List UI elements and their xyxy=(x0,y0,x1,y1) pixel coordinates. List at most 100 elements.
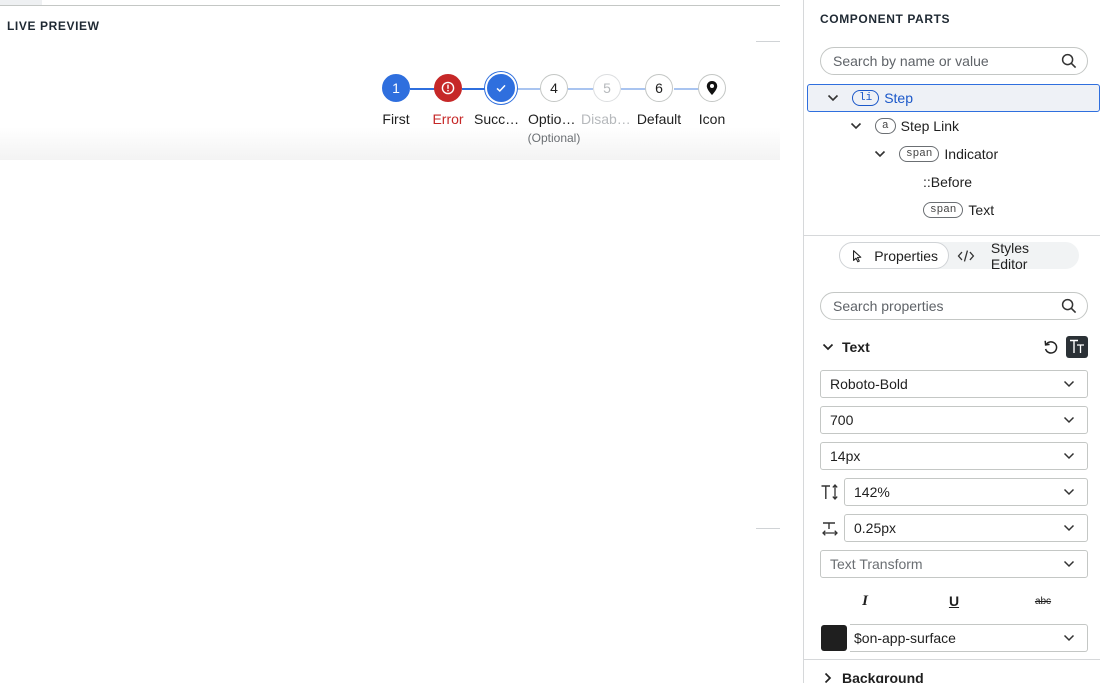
code-icon xyxy=(957,249,975,262)
preview-top-divider xyxy=(0,5,780,6)
tree-item-label: Indicator xyxy=(944,146,999,162)
step-indicator: 5 xyxy=(593,74,621,102)
chevron-down-icon[interactable] xyxy=(825,90,841,106)
tab-styles-editor-label: Styles Editor xyxy=(990,239,1030,272)
panel-title: COMPONENT PARTS xyxy=(820,12,951,26)
font-family-value: Roboto-Bold xyxy=(830,376,908,392)
text-color-value: $on-app-surface xyxy=(854,630,956,646)
tree-item-text[interactable]: span Text xyxy=(807,196,1100,224)
text-transform-placeholder: Text Transform xyxy=(830,556,923,572)
tree-item-before[interactable]: ::Before xyxy=(807,168,1100,196)
parts-search-input[interactable] xyxy=(833,53,1061,69)
step-label: Optional xyxy=(528,111,580,127)
line-height-value: 142% xyxy=(854,484,890,500)
line-height-icon xyxy=(821,484,838,500)
tab-properties[interactable]: Properties xyxy=(839,242,949,269)
chevron-down-icon xyxy=(1063,560,1075,568)
search-icon[interactable] xyxy=(1061,53,1077,69)
tree-item-label: Text xyxy=(968,202,995,218)
chevron-down-icon[interactable] xyxy=(872,146,888,162)
tree-item-label: Step xyxy=(884,90,914,106)
text-transform-select[interactable]: Text Transform xyxy=(820,550,1088,578)
step-indicator: 6 xyxy=(645,74,673,102)
letter-spacing-value: 0.25px xyxy=(854,520,897,536)
font-weight-select[interactable]: 700 xyxy=(820,406,1088,434)
step-connector xyxy=(568,88,593,90)
panel-divider xyxy=(804,235,1100,236)
font-size-value: 14px xyxy=(830,448,861,464)
step-label: Success xyxy=(474,111,526,127)
edge-tick xyxy=(756,528,780,529)
chevron-down-icon xyxy=(1063,634,1075,642)
check-icon xyxy=(487,74,515,102)
step-connector xyxy=(462,88,488,90)
underline-icon: U xyxy=(948,593,960,609)
step-sublabel: (Optional) xyxy=(527,131,581,145)
color-swatch[interactable] xyxy=(821,625,847,651)
chevron-down-icon xyxy=(1063,452,1075,460)
chevron-down-icon xyxy=(1063,488,1075,496)
preview-title: LIVE PREVIEW xyxy=(7,19,100,33)
component-parts-panel: COMPONENT PARTS li Step a Step Link span… xyxy=(804,0,1100,683)
strikethrough-button[interactable]: abc xyxy=(1028,590,1058,612)
step-label: Default xyxy=(636,111,682,127)
font-family-select[interactable]: Roboto-Bold xyxy=(820,370,1088,398)
app-window: LIVE PREVIEW 1 First Error Success 4 Opt… xyxy=(0,0,1100,683)
tree-item-tag: li xyxy=(852,90,880,106)
letter-spacing-icon xyxy=(822,522,838,536)
italic-icon: I xyxy=(862,592,868,609)
stepper: 1 First Error Success 4 Optional (Option… xyxy=(370,73,740,153)
chevron-down-icon xyxy=(1063,380,1075,388)
tree-item-label: ::Before xyxy=(923,174,973,190)
step-label: Icon xyxy=(698,111,726,127)
step-connector xyxy=(621,88,646,90)
tree-item-step-link[interactable]: a Step Link xyxy=(807,112,1100,140)
tree-item-tag: a xyxy=(875,118,896,134)
tab-properties-label: Properties xyxy=(874,247,938,264)
text-style-icon[interactable] xyxy=(1066,336,1088,358)
tree-item-step[interactable]: li Step xyxy=(807,84,1100,112)
step-label: Error xyxy=(432,111,464,127)
properties-search-input[interactable] xyxy=(833,298,1061,314)
tree-item-tag: span xyxy=(923,202,964,218)
panel-divider xyxy=(804,659,1100,660)
chevron-down-icon xyxy=(1063,416,1075,424)
chevron-down-icon[interactable] xyxy=(820,339,836,355)
step-indicator: 1 xyxy=(382,74,410,102)
italic-button[interactable]: I xyxy=(853,590,877,612)
font-size-select[interactable]: 14px xyxy=(820,442,1088,470)
parts-search[interactable] xyxy=(820,47,1088,75)
background-section-header[interactable]: Background xyxy=(820,668,924,683)
tree-item-tag: span xyxy=(899,146,940,162)
step-connector xyxy=(410,88,435,90)
reset-icon[interactable] xyxy=(1042,338,1060,356)
strikethrough-icon: abc xyxy=(1034,595,1052,607)
live-preview-pane: LIVE PREVIEW 1 First Error Success 4 Opt… xyxy=(0,0,780,683)
chevron-down-icon[interactable] xyxy=(848,118,864,134)
background-section-title: Background xyxy=(842,670,924,683)
error-icon xyxy=(434,74,462,102)
search-icon[interactable] xyxy=(1061,298,1077,314)
chevron-right-icon[interactable] xyxy=(820,670,836,683)
step-label: Disabled xyxy=(581,111,633,127)
line-height-select[interactable]: 142% xyxy=(844,478,1088,506)
step-connector xyxy=(515,88,540,90)
font-weight-value: 700 xyxy=(830,412,854,428)
text-section-title: Text xyxy=(842,339,870,355)
tree-item-indicator[interactable]: span Indicator xyxy=(807,140,1100,168)
text-section-header[interactable]: Text xyxy=(820,336,1088,358)
step-label: First xyxy=(382,111,410,127)
view-switcher: Properties Styles Editor xyxy=(839,239,1079,272)
tree-item-label: Step Link xyxy=(900,118,959,134)
chevron-down-icon xyxy=(1063,524,1075,532)
step-indicator: 4 xyxy=(540,74,568,102)
cursor-icon xyxy=(853,249,862,262)
step-connector xyxy=(674,88,699,90)
edge-tick xyxy=(756,41,780,42)
text-color-select[interactable]: $on-app-surface xyxy=(850,624,1088,652)
location-pin-icon xyxy=(698,74,726,102)
underline-button[interactable]: U xyxy=(942,590,966,612)
properties-search[interactable] xyxy=(820,292,1088,320)
tab-styles-editor[interactable]: Styles Editor xyxy=(949,239,1079,272)
letter-spacing-select[interactable]: 0.25px xyxy=(844,514,1088,542)
